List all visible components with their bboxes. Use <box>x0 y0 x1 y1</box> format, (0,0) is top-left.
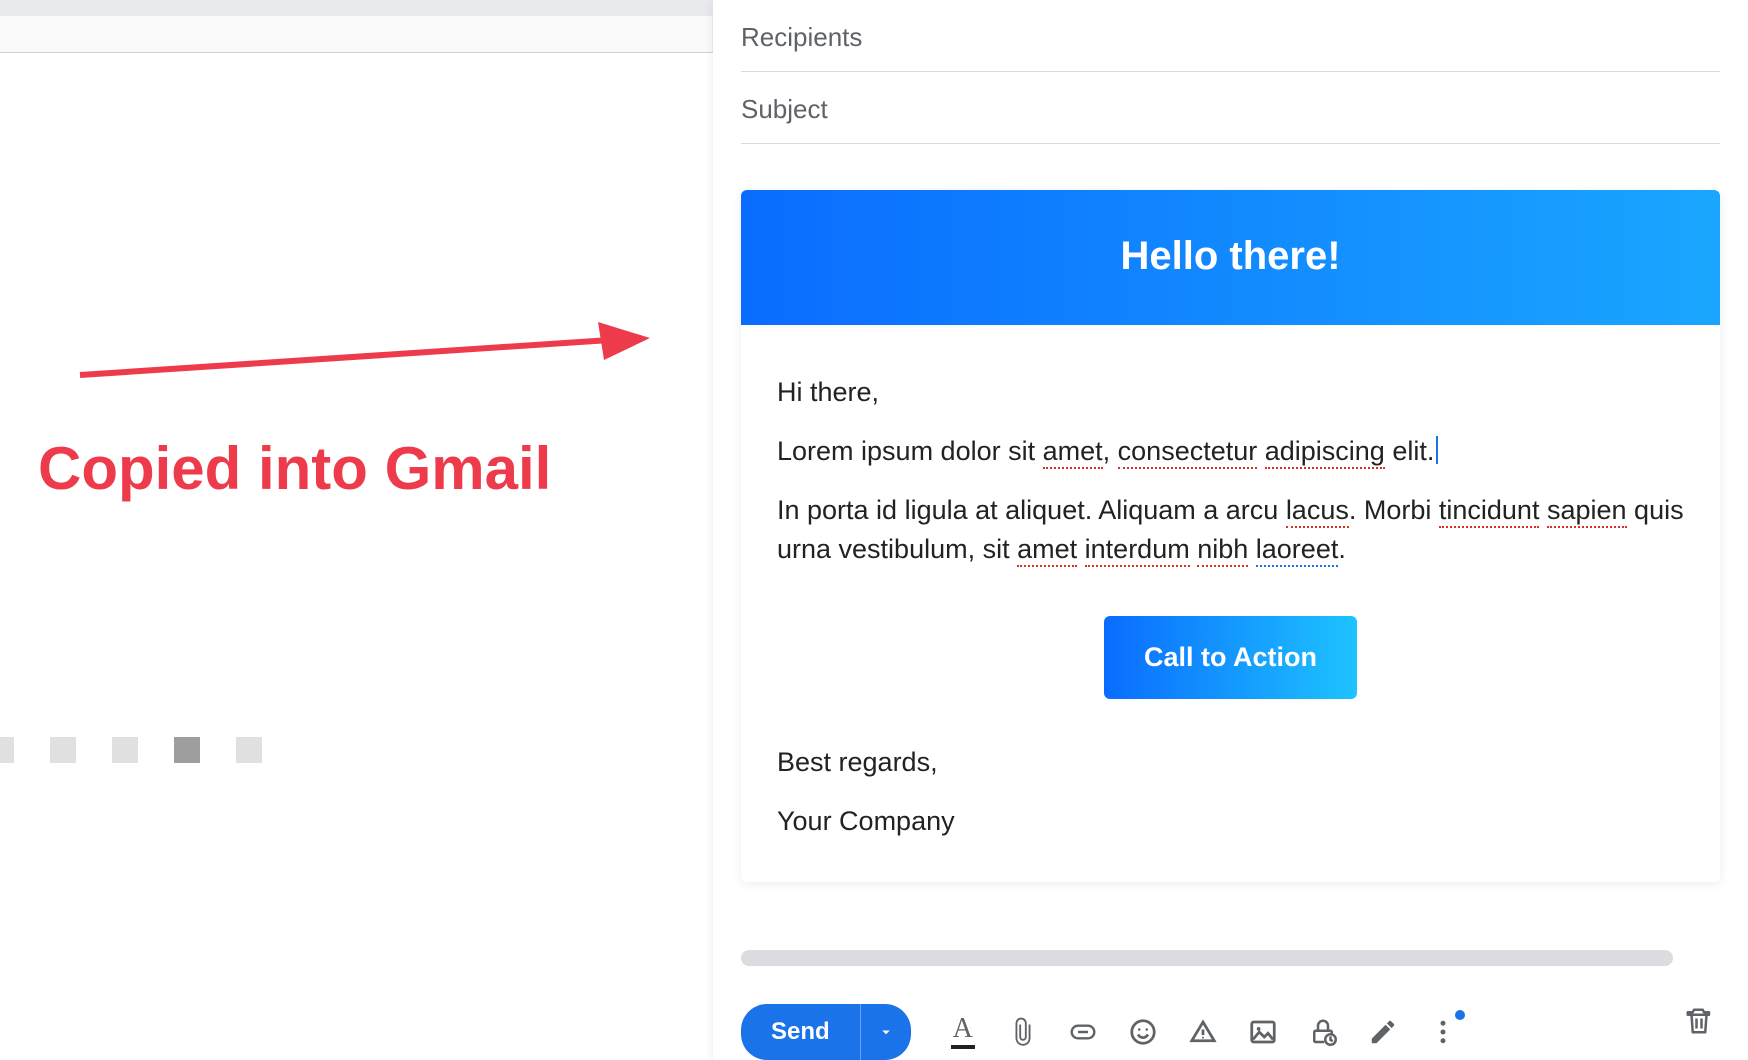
email-template-header: Hello there! <box>741 190 1720 325</box>
email-paragraph-2: In porta id ligula at aliquet. Aliquam a… <box>777 491 1684 569</box>
subject-field[interactable]: Subject <box>741 72 1720 144</box>
notification-dot <box>1455 1010 1465 1020</box>
confidential-mode-icon[interactable] <box>1307 1016 1339 1048</box>
more-options-icon[interactable] <box>1427 1016 1459 1048</box>
insert-drive-icon[interactable] <box>1187 1016 1219 1048</box>
compose-window: Recipients Subject Hello there! Hi there… <box>713 0 1748 1060</box>
insert-photo-icon[interactable] <box>1247 1016 1279 1048</box>
insert-link-icon[interactable] <box>1067 1016 1099 1048</box>
pagination-dots <box>0 736 262 764</box>
text-cursor <box>1436 436 1438 464</box>
email-signoff-1: Best regards, <box>777 743 1684 782</box>
subject-placeholder: Subject <box>741 94 828 124</box>
insert-signature-icon[interactable] <box>1367 1016 1399 1048</box>
pagination-dot[interactable] <box>112 737 138 763</box>
send-button-group: Send <box>741 1004 911 1060</box>
compose-toolbar: Send A <box>741 998 1720 1060</box>
background-pane: Copied into Gmail <box>0 0 713 1060</box>
insert-emoji-icon[interactable] <box>1127 1016 1159 1048</box>
formatting-options-icon[interactable]: A <box>947 1016 979 1048</box>
background-body <box>0 53 713 1060</box>
attach-file-icon[interactable] <box>1007 1016 1039 1048</box>
annotation-label: Copied into Gmail <box>38 434 551 503</box>
send-more-options-button[interactable] <box>861 1004 911 1060</box>
browser-chrome-strip <box>0 0 713 16</box>
email-signoff-2: Your Company <box>777 802 1684 841</box>
call-to-action-button[interactable]: Call to Action <box>1104 616 1357 699</box>
discard-draft-icon[interactable] <box>1684 1006 1714 1036</box>
recipients-placeholder: Recipients <box>741 22 862 52</box>
horizontal-scrollbar[interactable] <box>741 950 1673 966</box>
email-greeting: Hi there, <box>777 373 1684 412</box>
email-template-body: Hi there, Lorem ipsum dolor sit amet, co… <box>741 325 1720 882</box>
pagination-dot[interactable] <box>0 737 14 763</box>
pagination-dot[interactable] <box>50 737 76 763</box>
send-button[interactable]: Send <box>741 1004 861 1060</box>
recipients-field[interactable]: Recipients <box>741 0 1720 72</box>
pagination-dot[interactable] <box>236 737 262 763</box>
email-paragraph-1: Lorem ipsum dolor sit amet, consectetur … <box>777 432 1684 471</box>
annotation-arrow <box>80 320 650 390</box>
email-body-editor[interactable]: Hello there! Hi there, Lorem ipsum dolor… <box>741 190 1720 882</box>
pagination-dot[interactable] <box>174 737 200 763</box>
